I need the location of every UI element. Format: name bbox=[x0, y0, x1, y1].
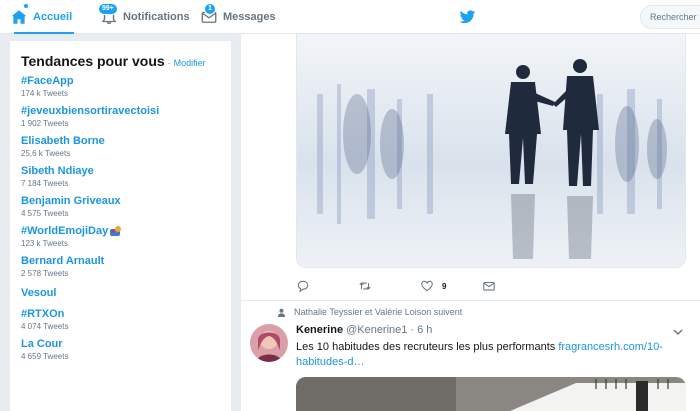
tweet-body: Les 10 habitudes des recruteurs les plus… bbox=[296, 341, 559, 353]
home-icon bbox=[10, 8, 28, 26]
bell-icon: 99+ bbox=[98, 3, 118, 26]
trends-title: Tendances pour vous bbox=[21, 53, 165, 69]
retweet-icon bbox=[359, 282, 371, 290]
retweet-button[interactable] bbox=[358, 279, 420, 293]
trend-item[interactable]: La Cour 4 659 Tweets bbox=[21, 337, 220, 362]
trend-name: #FaceApp bbox=[21, 75, 74, 87]
trend-count: 174 k Tweets bbox=[21, 89, 68, 98]
tweet-divider bbox=[241, 300, 700, 301]
active-tab-indicator bbox=[14, 32, 75, 34]
chevron-down-icon[interactable] bbox=[672, 327, 684, 337]
twitter-bird-icon[interactable] bbox=[458, 8, 476, 26]
trend-count: 25,6 k Tweets bbox=[21, 149, 71, 158]
trend-name: #WorldEmojiDay bbox=[21, 225, 109, 237]
timeline: 9 Nathalie Teyssier et Valérie Loison su… bbox=[241, 34, 700, 411]
nav-messages-label: Messages bbox=[223, 11, 276, 23]
trend-item[interactable]: Sibeth Ndiaye 7 184 Tweets bbox=[21, 164, 220, 189]
trend-name-row: #WorldEmojiDay bbox=[21, 224, 220, 238]
messages-badge: 1 bbox=[204, 3, 216, 15]
nav-messages[interactable]: 1 Messages bbox=[200, 0, 276, 34]
like-button[interactable]: 9 bbox=[420, 279, 482, 293]
tweet-photo[interactable] bbox=[296, 34, 686, 268]
trend-name: Benjamin Griveaux bbox=[21, 195, 121, 207]
trend-item[interactable]: Bernard Arnault 2 578 Tweets bbox=[21, 254, 220, 279]
trend-name: Sibeth Ndiaye bbox=[21, 165, 94, 177]
notifications-badge: 99+ bbox=[98, 3, 118, 15]
nav-home-label: Accueil bbox=[33, 11, 73, 23]
top-navigation: Accueil 99+ Notifications 1 Messages bbox=[0, 0, 700, 34]
trends-edit-link[interactable]: Modifier bbox=[174, 58, 206, 68]
trend-count: 2 578 Tweets bbox=[21, 269, 69, 278]
search-input[interactable] bbox=[640, 5, 700, 29]
trend-item[interactable]: #RTXOn 4 074 Tweets bbox=[21, 307, 220, 332]
trend-count: 4 074 Tweets bbox=[21, 322, 69, 331]
nav-notifications[interactable]: 99+ Notifications bbox=[98, 0, 190, 34]
mail-icon bbox=[483, 281, 495, 291]
trend-count: 4 575 Tweets bbox=[21, 209, 69, 218]
envelope-icon: 1 bbox=[200, 3, 218, 26]
trend-count: 123 k Tweets bbox=[21, 239, 68, 248]
trend-name: Elisabeth Borne bbox=[21, 135, 105, 147]
social-context[interactable]: Nathalie Teyssier et Valérie Loison suiv… bbox=[277, 307, 462, 317]
author-handle[interactable]: @Kenerine1 bbox=[346, 324, 407, 336]
reply-button[interactable] bbox=[296, 279, 358, 293]
trends-header: Tendances pour vous · Modifier bbox=[21, 53, 220, 69]
trend-count: 4 659 Tweets bbox=[21, 352, 69, 361]
trends-separator: · bbox=[167, 58, 171, 68]
tweet-header: Kenerine @Kenerine1 · 6 h bbox=[296, 324, 432, 336]
tweet-actions: 9 bbox=[296, 277, 544, 295]
trend-item[interactable]: Benjamin Griveaux 4 575 Tweets bbox=[21, 194, 220, 219]
like-count: 9 bbox=[442, 281, 447, 291]
person-icon bbox=[277, 308, 286, 317]
trend-item[interactable]: #FaceApp 174 k Tweets bbox=[21, 74, 220, 99]
emoji-icon bbox=[110, 226, 122, 236]
trend-name: La Cour bbox=[21, 338, 63, 350]
author-name[interactable]: Kenerine bbox=[296, 324, 343, 336]
trend-count: 1 902 Tweets bbox=[21, 119, 69, 128]
direct-message-button[interactable] bbox=[482, 279, 544, 293]
tweet-text: Les 10 habitudes des recruteurs les plus… bbox=[296, 340, 686, 370]
trend-name: #jeveuxbiensortiravectoisi bbox=[21, 105, 160, 117]
reply-icon bbox=[297, 280, 309, 293]
trend-name: Bernard Arnault bbox=[21, 255, 105, 267]
tweet-photo[interactable] bbox=[296, 377, 686, 411]
trends-panel: Tendances pour vous · Modifier #FaceApp … bbox=[10, 41, 231, 411]
trend-name: #RTXOn bbox=[21, 308, 65, 320]
nav-notifications-label: Notifications bbox=[123, 11, 190, 23]
trend-item[interactable]: #WorldEmojiDay 123 k Tweets bbox=[21, 224, 220, 249]
trend-item[interactable]: Vesoul bbox=[21, 286, 220, 300]
trend-name: Vesoul bbox=[21, 287, 57, 299]
nav-home[interactable]: Accueil bbox=[10, 0, 75, 34]
heart-icon bbox=[421, 280, 433, 292]
trend-count: 7 184 Tweets bbox=[21, 179, 69, 188]
avatar[interactable] bbox=[250, 324, 288, 362]
tweet-timestamp[interactable]: · 6 h bbox=[410, 324, 432, 336]
social-context-text: Nathalie Teyssier et Valérie Loison suiv… bbox=[294, 307, 463, 317]
trend-item[interactable]: #jeveuxbiensortiravectoisi 1 902 Tweets bbox=[21, 104, 220, 129]
trend-item[interactable]: Elisabeth Borne 25,6 k Tweets bbox=[21, 134, 220, 159]
